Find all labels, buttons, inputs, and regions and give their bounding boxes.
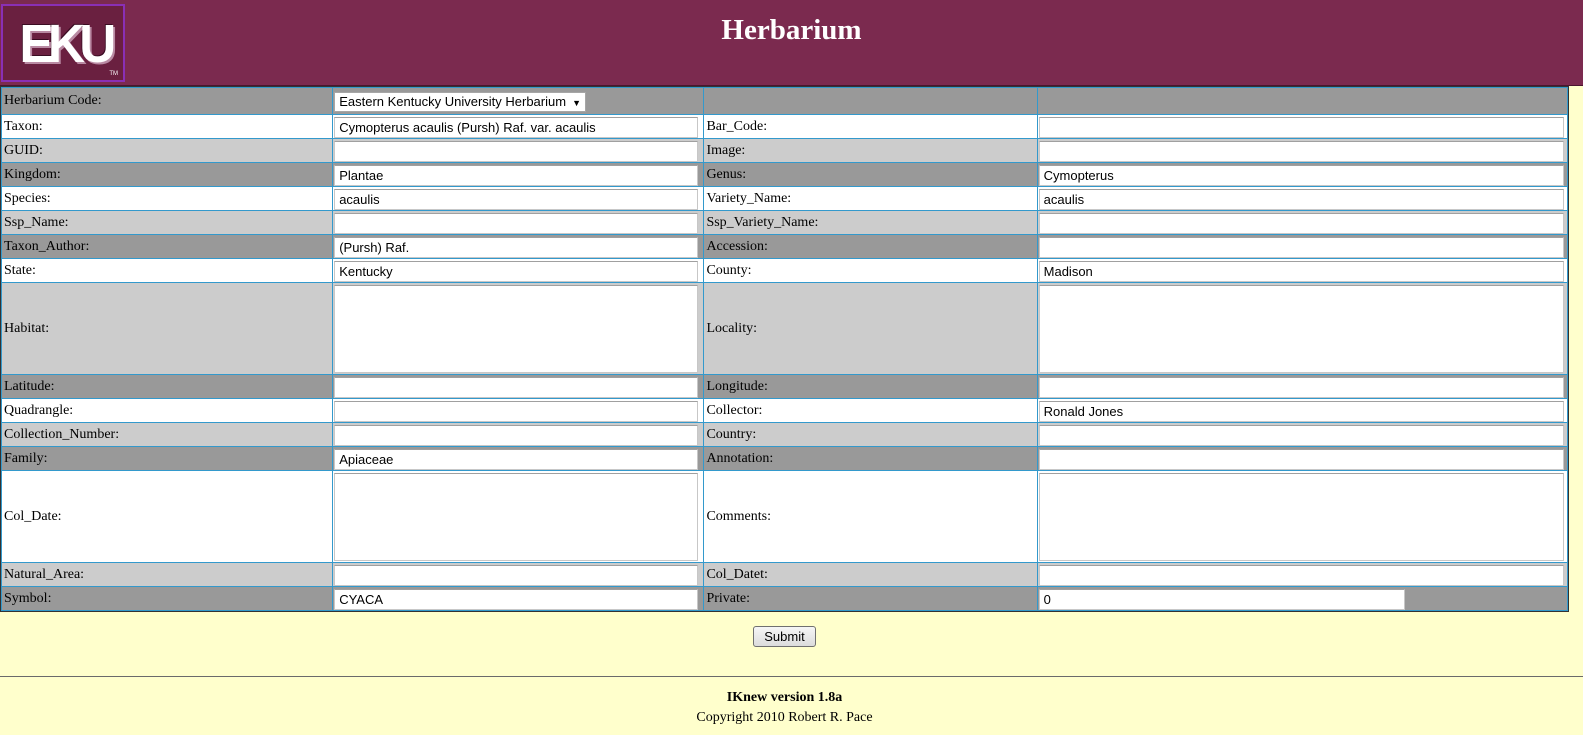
comments-label: Comments:: [704, 471, 1037, 562]
genus-label: Genus:: [704, 163, 1037, 186]
bar-code-label: Bar_Code:: [704, 115, 1037, 138]
private-input[interactable]: 0: [1038, 588, 1405, 610]
genus-input[interactable]: Cymopterus: [1038, 164, 1564, 186]
family-input[interactable]: Apiaceae: [334, 448, 699, 470]
collector-input[interactable]: Ronald Jones: [1038, 400, 1564, 422]
specimen-form: Herbarium Code: Eastern Kentucky Univers…: [0, 86, 1569, 612]
variety-name-input[interactable]: acaulis: [1038, 188, 1564, 210]
collection-number-input[interactable]: [334, 424, 699, 446]
accession-input[interactable]: [1038, 236, 1564, 258]
col-date-label: Col_Date:: [2, 471, 333, 562]
longitude-input[interactable]: [1038, 376, 1564, 398]
quadrangle-label: Quadrangle:: [2, 399, 333, 422]
page-title: Herbarium: [721, 14, 862, 46]
col-date-textarea[interactable]: [334, 473, 699, 561]
guid-label: GUID:: [2, 139, 333, 162]
latitude-label: Latitude:: [2, 375, 333, 398]
private-label: Private:: [704, 587, 1037, 610]
locality-label: Locality:: [704, 283, 1037, 374]
footer-divider: [0, 676, 1583, 677]
accession-label: Accession:: [704, 235, 1037, 258]
kingdom-input[interactable]: Plantae: [334, 164, 699, 186]
col-datet-label: Col_Datet:: [704, 563, 1037, 586]
ssp-name-input[interactable]: [334, 212, 699, 234]
county-label: County:: [704, 259, 1037, 282]
herbarium-code-label: Herbarium Code:: [2, 88, 333, 114]
taxon-label: Taxon:: [2, 115, 333, 138]
kingdom-label: Kingdom:: [2, 163, 333, 186]
symbol-input[interactable]: CYACA: [334, 588, 699, 610]
collection-number-label: Collection_Number:: [2, 423, 333, 446]
taxon-author-label: Taxon_Author:: [2, 235, 333, 258]
species-label: Species:: [2, 187, 333, 210]
herbarium-code-select[interactable]: Eastern Kentucky University Herbarium ▼: [334, 92, 586, 112]
taxon-input[interactable]: Cymopterus acaulis (Pursh) Raf. var. aca…: [334, 116, 699, 138]
version-text: IKnew version 1.8a: [726, 690, 843, 705]
species-input[interactable]: acaulis: [334, 188, 699, 210]
state-input[interactable]: Kentucky: [334, 260, 699, 282]
annotation-label: Annotation:: [704, 447, 1037, 470]
natural-area-label: Natural_Area:: [2, 563, 333, 586]
submit-button[interactable]: Submit: [753, 626, 816, 647]
page-header: EKU TM Herbarium: [0, 0, 1583, 86]
state-label: State:: [2, 259, 333, 282]
habitat-label: Habitat:: [2, 283, 333, 374]
col-datet-input[interactable]: [1038, 564, 1564, 586]
image-label: Image:: [704, 139, 1037, 162]
variety-name-label: Variety_Name:: [704, 187, 1037, 210]
page-footer: IKnew version 1.8a Copyright 2010 Robert…: [0, 688, 1569, 728]
county-input[interactable]: Madison: [1038, 260, 1564, 282]
image-input[interactable]: [1038, 140, 1564, 162]
copyright-text: Copyright 2010 Robert R. Pace: [696, 710, 873, 725]
bar-code-input[interactable]: [1038, 116, 1564, 138]
collector-label: Collector:: [704, 399, 1037, 422]
symbol-label: Symbol:: [2, 587, 333, 610]
longitude-label: Longitude:: [704, 375, 1037, 398]
taxon-author-input[interactable]: (Pursh) Raf.: [334, 236, 699, 258]
latitude-input[interactable]: [334, 376, 699, 398]
ssp-name-label: Ssp_Name:: [2, 211, 333, 234]
comments-textarea[interactable]: [1038, 473, 1564, 561]
natural-area-input[interactable]: [334, 564, 699, 586]
annotation-input[interactable]: [1038, 448, 1564, 470]
country-input[interactable]: [1038, 424, 1564, 446]
locality-textarea[interactable]: [1038, 285, 1564, 373]
family-label: Family:: [2, 447, 333, 470]
country-label: Country:: [704, 423, 1037, 446]
chevron-down-icon: ▼: [572, 98, 581, 108]
ssp-variety-name-label: Ssp_Variety_Name:: [704, 211, 1037, 234]
habitat-textarea[interactable]: [334, 285, 699, 373]
quadrangle-input[interactable]: [334, 400, 699, 422]
guid-input[interactable]: [334, 140, 699, 162]
ssp-variety-name-input[interactable]: [1038, 212, 1564, 234]
